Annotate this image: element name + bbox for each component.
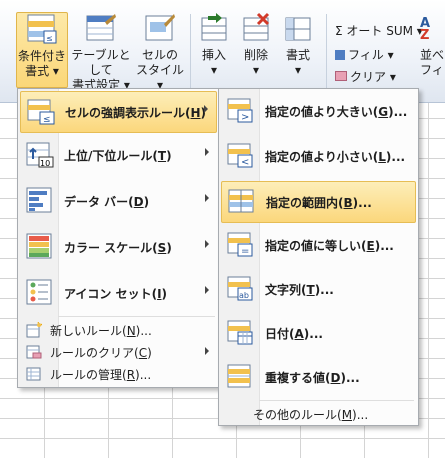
manage-rules-icon	[26, 366, 42, 382]
menu-item-label: 日付(A)...	[265, 327, 323, 341]
insert-button[interactable]: 挿入 ▾	[196, 12, 232, 78]
menu-item-label: 指定の値より小さい(L)...	[265, 150, 406, 164]
data-bars-icon	[25, 185, 55, 215]
menu-item-label: ルールの管理(R)...	[50, 368, 152, 382]
greater-than-icon: >	[226, 95, 256, 125]
format-label: 書式	[285, 48, 310, 62]
eraser-icon	[335, 71, 347, 81]
delete-icon	[240, 12, 272, 44]
highlight-cells-rules-submenu: > 指定の値より大きい(G)... < 指定の値より小さい(L)... 指定の範…	[218, 88, 419, 426]
menu-item-clear-rules[interactable]: ルールのクリア(C)	[20, 341, 217, 362]
conditional-formatting-menu: ≤ セルの強調表示ルール(H) 10 上位/下位ルール(T) データ バー(D)…	[17, 88, 220, 388]
menu-separator	[259, 400, 414, 401]
menu-item-label: 文字列(T)...	[265, 283, 334, 297]
svg-text:ab: ab	[239, 291, 249, 300]
format-dropdown: ▾	[294, 63, 302, 77]
submenu-arrow-icon	[204, 105, 208, 113]
menu-item-label: 新しいルール(N)...	[50, 324, 152, 338]
sort-label-1: 並べ	[420, 48, 445, 62]
sort-az-icon: AZ	[420, 16, 431, 43]
submenu-arrow-icon	[205, 194, 209, 202]
text-contains-icon: ab	[226, 273, 256, 303]
fill-icon	[335, 50, 345, 60]
menu-item-label: 重複する値(D)...	[265, 371, 360, 385]
conditional-formatting-button[interactable]: ≤ 条件付き 書式 ▾	[16, 12, 68, 88]
menu-item-label: その他のルール(M)...	[253, 408, 369, 422]
calendar-icon	[226, 317, 256, 347]
delete-button[interactable]: 削除 ▾	[238, 12, 274, 78]
menu-item-label: アイコン セット(I)	[64, 287, 168, 301]
equal-to-icon: =	[226, 229, 256, 259]
menu-item-between[interactable]: 指定の範囲内(B)...	[221, 181, 416, 223]
menu-item-highlight-cells-rules[interactable]: ≤ セルの強調表示ルール(H)	[20, 91, 217, 133]
top-bottom-icon: 10	[25, 139, 55, 169]
cell-styles-button[interactable]: セルの スタイル ▾	[136, 12, 184, 93]
svg-text:>: >	[241, 112, 249, 123]
icon-sets-icon	[25, 277, 55, 307]
cell-style-label-1: セルの	[141, 48, 178, 62]
menu-item-icon-sets[interactable]: アイコン セット(I)	[20, 273, 217, 313]
highlight-cells-icon: ≤	[26, 96, 56, 126]
conditional-formatting-icon: ≤	[26, 13, 58, 45]
menu-item-color-scales[interactable]: カラー スケール(S)	[20, 227, 217, 267]
menu-item-label: 指定の値より大きい(G)...	[265, 105, 408, 119]
menu-item-new-rule[interactable]: 新しいルール(N)...	[20, 319, 217, 340]
menu-item-label: 上位/下位ルール(T)	[64, 149, 172, 163]
submenu-arrow-icon	[205, 347, 209, 355]
autosum-button[interactable]: Σ オート SUM ▾	[335, 22, 423, 39]
sort-label-2: フィ	[420, 63, 444, 77]
fill-button[interactable]: フィル ▾	[335, 46, 394, 63]
svg-text:≤: ≤	[46, 34, 53, 43]
insert-icon	[198, 12, 230, 44]
insert-label: 挿入	[201, 48, 226, 62]
menu-item-data-bars[interactable]: データ バー(D)	[20, 181, 217, 221]
delete-label: 削除	[243, 48, 268, 62]
ribbon-separator	[190, 14, 191, 94]
svg-text:<: <	[241, 157, 249, 168]
submenu-arrow-icon	[205, 286, 209, 294]
menu-item-top-bottom-rules[interactable]: 10 上位/下位ルール(T)	[20, 135, 217, 175]
menu-item-label: カラー スケール(S)	[64, 241, 172, 255]
menu-item-duplicate-values[interactable]: 重複する値(D)...	[221, 357, 416, 397]
menu-item-equal-to[interactable]: = 指定の値に等しい(E)...	[221, 225, 416, 265]
cond-format-label-1: 条件付き	[17, 49, 66, 63]
menu-item-label: セルの強調表示ルール(H)	[65, 106, 207, 120]
menu-item-date-occurring[interactable]: 日付(A)...	[221, 313, 416, 353]
ribbon-separator	[326, 14, 327, 94]
sort-filter-button[interactable]: AZ 並べ フィ	[420, 16, 445, 78]
clear-rules-icon	[26, 344, 42, 360]
menu-item-text-contains[interactable]: ab 文字列(T)...	[221, 269, 416, 309]
clear-label: クリア ▾	[350, 70, 396, 84]
menu-item-less-than[interactable]: < 指定の値より小さい(L)...	[221, 136, 416, 176]
svg-text:≤: ≤	[43, 115, 51, 125]
less-than-icon: <	[226, 140, 256, 170]
table-format-label-1: テーブルとして	[71, 48, 131, 77]
submenu-arrow-icon	[205, 148, 209, 156]
new-rule-icon	[26, 321, 43, 338]
menu-item-more-rules[interactable]: その他のルール(M)...	[221, 403, 416, 424]
fill-label: フィル ▾	[348, 48, 394, 62]
menu-item-label: 指定の値に等しい(E)...	[265, 239, 394, 253]
menu-item-label: ルールのクリア(C)	[50, 346, 152, 360]
menu-item-label: データ バー(D)	[64, 195, 150, 209]
menu-item-label: 指定の範囲内(B)...	[266, 196, 372, 210]
format-as-table-icon	[85, 12, 117, 44]
submenu-arrow-icon	[205, 240, 209, 248]
menu-separator	[58, 316, 215, 317]
color-scales-icon	[25, 231, 55, 261]
cond-format-label-2: 書式 ▾	[25, 64, 59, 78]
menu-item-greater-than[interactable]: > 指定の値より大きい(G)...	[221, 91, 416, 131]
duplicate-values-icon	[226, 361, 256, 391]
clear-button[interactable]: クリア ▾	[335, 68, 396, 85]
format-button[interactable]: 書式 ▾	[280, 12, 316, 78]
between-icon	[227, 186, 257, 216]
svg-text:10: 10	[40, 159, 50, 168]
delete-dropdown: ▾	[252, 63, 260, 77]
format-icon	[282, 12, 314, 44]
format-as-table-button[interactable]: テーブルとして 書式設定 ▾	[67, 12, 135, 93]
insert-dropdown: ▾	[210, 63, 218, 77]
menu-item-manage-rules[interactable]: ルールの管理(R)...	[20, 363, 217, 384]
svg-text:=: =	[241, 246, 249, 257]
cell-styles-icon	[144, 12, 176, 44]
